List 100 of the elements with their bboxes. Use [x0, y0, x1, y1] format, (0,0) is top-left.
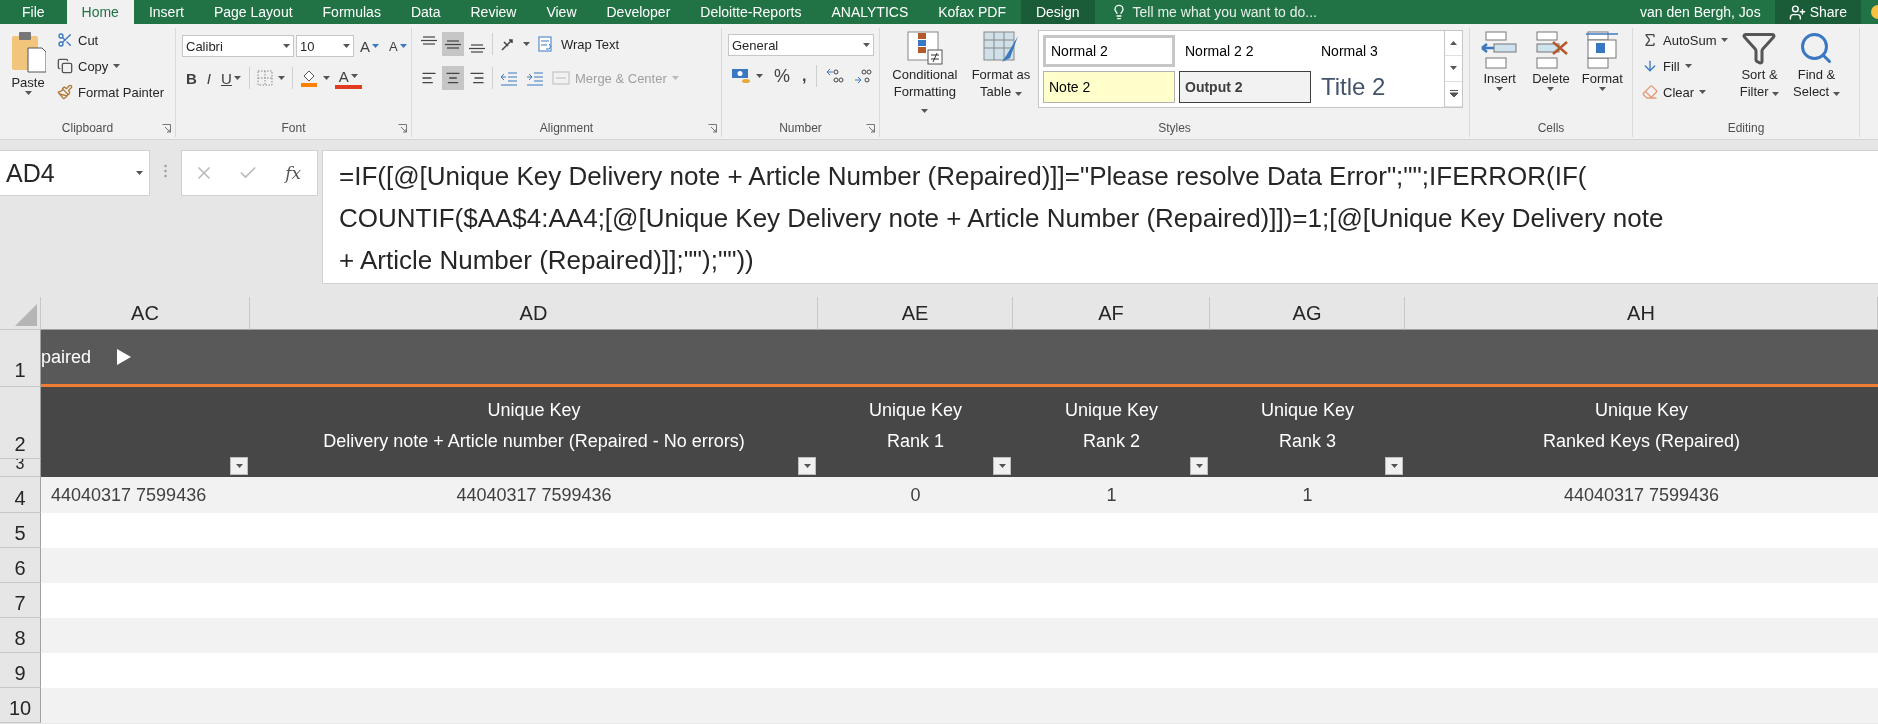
row-header[interactable]: 9 [0, 653, 41, 688]
wrap-text-button[interactable]: Wrap Text [535, 32, 623, 56]
filter-dropdown-button[interactable] [1385, 457, 1403, 475]
caret-icon [350, 74, 358, 78]
dialog-launcher-icon[interactable] [708, 124, 717, 133]
percent-button[interactable]: % [770, 64, 794, 88]
find-select-button[interactable]: Find & Select [1787, 28, 1846, 102]
font-name-dropdown[interactable]: Calibri [182, 35, 294, 57]
group-label: Clipboard [61, 120, 114, 137]
ribbon-tab[interactable]: Home [66, 0, 134, 24]
column-header[interactable]: AH [1405, 297, 1878, 330]
column-title: Unique Key Ranked Keys (Repaired) [1542, 399, 1741, 453]
cell-style-option[interactable]: Output 2 [1179, 71, 1311, 103]
column-header[interactable]: AE [818, 297, 1013, 330]
cell-style-option[interactable]: Normal 2 [1043, 35, 1175, 67]
ribbon-tab[interactable]: Insert [133, 0, 199, 24]
dialog-launcher-icon[interactable] [162, 124, 171, 133]
caret-icon [1390, 464, 1398, 468]
borders-icon [256, 70, 273, 86]
decimal-arrow-icon [826, 68, 845, 84]
ribbon-tab[interactable]: Design [1020, 0, 1095, 24]
table-cell: 44040317 7599436 [250, 477, 818, 513]
clipboard-icon [10, 30, 46, 74]
ribbon-tab[interactable]: Review [455, 0, 532, 24]
caret-icon [1598, 87, 1606, 91]
corner-triangle-icon [15, 304, 37, 326]
row-header[interactable]: 5 [0, 513, 41, 548]
format-painter-button[interactable]: Format Painter [54, 80, 167, 104]
font-color-button[interactable]: A [334, 67, 362, 89]
share-button[interactable]: Share [1774, 0, 1861, 24]
row-header[interactable]: 1 [0, 330, 41, 387]
column-header[interactable]: AF [1013, 297, 1210, 330]
tell-me-search[interactable]: Tell me what you want to do... [1132, 4, 1317, 20]
autosum-button[interactable]: AutoSum [1639, 28, 1732, 52]
row-header[interactable]: 2 [0, 387, 41, 459]
insert-function-button[interactable]: fx [281, 163, 306, 183]
formula-field[interactable]: =IF([@[Unique Key Delivery note + Article Number (Repaired)]]="Please resolve Data Error";"";IFERROR(IF( COUNTIF($AA$4:AA4;[@[Unique Key Delivery note + Article Number (Repaired)]])=1;[@[Unique Key Delivery note + Article Number (Repaired)]];"");"")) [322, 150, 1878, 284]
number-format-dropdown[interactable]: General [728, 34, 874, 56]
underline-button[interactable]: U [217, 66, 245, 90]
caret-icon [756, 74, 763, 78]
grow-font-button[interactable]: A [356, 34, 383, 58]
group-label: Alignment [539, 120, 594, 137]
conditional-formatting-button[interactable]: Conditional Formatting [886, 28, 964, 119]
delete-cells-button[interactable]: Delete [1527, 28, 1575, 93]
clear-button[interactable]: Clear [1639, 80, 1732, 104]
format-as-table-button[interactable]: Format as Table [965, 28, 1036, 102]
paste-button[interactable]: Paste [6, 28, 50, 97]
column-header[interactable]: AC [41, 297, 250, 330]
align-middle-icon [445, 39, 461, 49]
ribbon-tab[interactable]: ANALYTICS [816, 0, 924, 24]
table-cell: 0 [818, 477, 1013, 513]
dialog-launcher-icon[interactable] [398, 124, 407, 133]
copy-button[interactable]: Copy [54, 54, 167, 78]
row-header[interactable]: 4 [0, 477, 41, 513]
ribbon-tab[interactable]: Kofax PDF [923, 0, 1021, 24]
cell-style-option[interactable]: Note 2 [1043, 71, 1175, 103]
bold-button[interactable]: B [182, 66, 201, 90]
caret-icon [136, 171, 143, 175]
insert-cells-icon [1479, 30, 1520, 70]
ribbon-tab[interactable]: Deloitte-Reports [685, 0, 817, 24]
ribbon-tab[interactable]: Page Layout [198, 0, 308, 24]
cut-button[interactable]: Cut [54, 28, 167, 52]
align-button[interactable] [442, 32, 464, 56]
caret-icon [921, 109, 929, 113]
comma-button[interactable]: , [798, 64, 811, 88]
eraser-icon [1642, 84, 1658, 100]
dialog-launcher-icon[interactable] [866, 124, 875, 133]
sort-filter-button[interactable]: Sort & Filter [1733, 28, 1786, 102]
align-button[interactable] [442, 66, 464, 90]
more-icon [1449, 90, 1458, 98]
italic-button[interactable]: I [202, 66, 215, 90]
ribbon-tab[interactable]: View [531, 0, 592, 24]
indent-icon [500, 70, 518, 86]
format-cells-button[interactable]: Format [1578, 28, 1626, 93]
caret-icon [24, 91, 32, 95]
filter-dropdown-button[interactable] [230, 457, 248, 475]
shrink-font-button[interactable]: A [385, 34, 411, 58]
column-title: Unique Key Rank 3 [1260, 399, 1355, 453]
ribbon-tab[interactable]: Developer [591, 0, 686, 24]
column-header[interactable]: AG [1210, 297, 1405, 330]
row-header[interactable]: 8 [0, 618, 41, 653]
caret-icon [671, 76, 679, 80]
filter-dropdown-button[interactable] [1190, 457, 1208, 475]
caret-icon [998, 464, 1006, 468]
ribbon-tab[interactable]: Data [395, 0, 456, 24]
ribbon-tab[interactable]: Formulas [307, 0, 396, 24]
row-header[interactable]: 6 [0, 548, 41, 583]
font-size-dropdown[interactable]: 10 [296, 35, 354, 57]
column-header[interactable]: AD [250, 297, 818, 330]
fill-button[interactable]: Fill [1639, 54, 1732, 78]
insert-cells-button[interactable]: Insert [1476, 28, 1524, 93]
filter-dropdown-button[interactable] [798, 457, 816, 475]
indent-icon [526, 70, 544, 86]
table-cell: 1 [1210, 477, 1405, 513]
paint-bucket-icon [299, 69, 318, 87]
name-box[interactable]: AD4 [0, 150, 150, 196]
filter-dropdown-button[interactable] [993, 457, 1011, 475]
caret-icon [523, 42, 530, 46]
row-header[interactable]: 10 [0, 688, 41, 723]
row-header[interactable]: 7 [0, 583, 41, 618]
